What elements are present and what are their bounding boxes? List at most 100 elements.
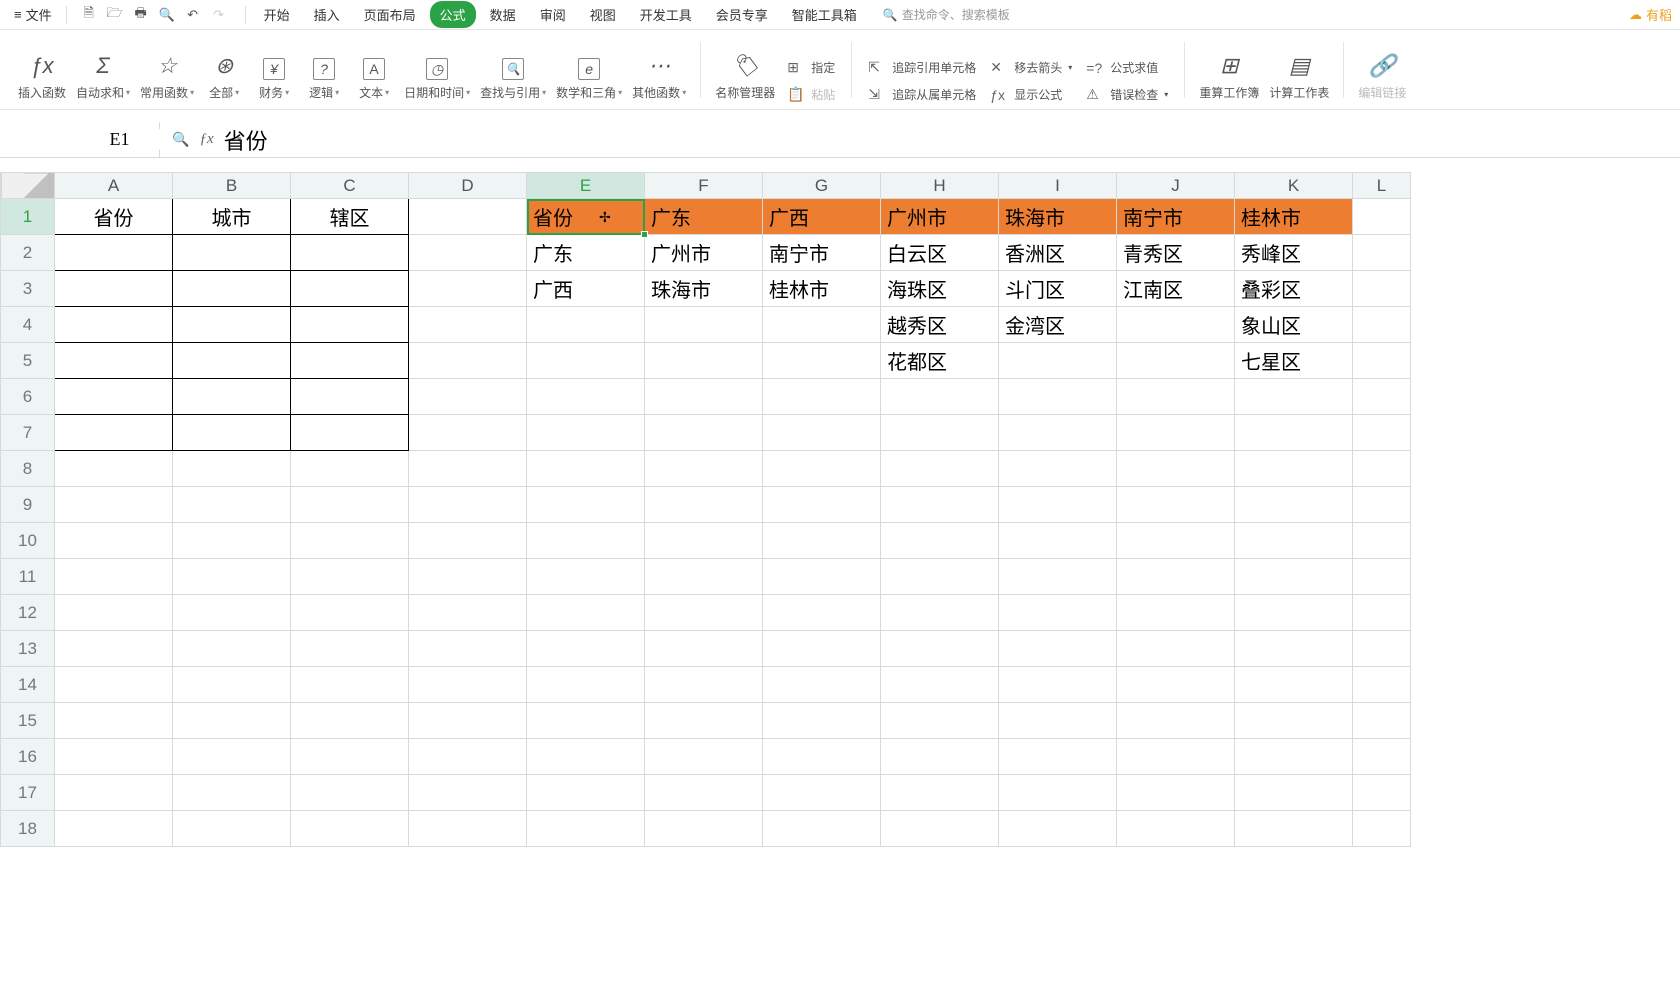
cell-I12[interactable]	[999, 595, 1117, 631]
cell-I9[interactable]	[999, 487, 1117, 523]
cell-A7[interactable]	[55, 415, 173, 451]
other-functions-button[interactable]: ⋯ 其他函数▾	[630, 48, 688, 105]
cell-L11[interactable]	[1353, 559, 1411, 595]
cell-I7[interactable]	[999, 415, 1117, 451]
col-header-J[interactable]: J	[1117, 173, 1235, 199]
cell-A12[interactable]	[55, 595, 173, 631]
cell-B3[interactable]	[173, 271, 291, 307]
cell-G17[interactable]	[763, 775, 881, 811]
cell-A14[interactable]	[55, 667, 173, 703]
cell-K13[interactable]	[1235, 631, 1353, 667]
cell-F3[interactable]: 珠海市	[645, 271, 763, 307]
fx-label[interactable]: ƒx	[199, 131, 213, 148]
preview-icon[interactable]: 🔍	[157, 5, 177, 25]
cell-F6[interactable]	[645, 379, 763, 415]
new-icon[interactable]: 🗎	[79, 5, 99, 25]
cell-G14[interactable]	[763, 667, 881, 703]
cell-K6[interactable]	[1235, 379, 1353, 415]
cell-I4[interactable]: 金湾区	[999, 307, 1117, 343]
cell-G1[interactable]: 广西	[763, 199, 881, 235]
cell-G3[interactable]: 桂林市	[763, 271, 881, 307]
cell-F5[interactable]	[645, 343, 763, 379]
cell-G8[interactable]	[763, 451, 881, 487]
cell-F1[interactable]: 广东	[645, 199, 763, 235]
trace-dependents-button[interactable]: ⇲追踪从属单元格	[864, 84, 980, 105]
cell-I2[interactable]: 香洲区	[999, 235, 1117, 271]
cell-K18[interactable]	[1235, 811, 1353, 847]
cell-D13[interactable]	[409, 631, 527, 667]
col-header-I[interactable]: I	[999, 173, 1117, 199]
cell-C2[interactable]	[291, 235, 409, 271]
cell-F11[interactable]	[645, 559, 763, 595]
cell-A2[interactable]	[55, 235, 173, 271]
cell-H9[interactable]	[881, 487, 999, 523]
cell-J9[interactable]	[1117, 487, 1235, 523]
cell-J12[interactable]	[1117, 595, 1235, 631]
cell-E3[interactable]: 广西	[527, 271, 645, 307]
cell-H2[interactable]: 白云区	[881, 235, 999, 271]
cell-K16[interactable]	[1235, 739, 1353, 775]
cell-E12[interactable]	[527, 595, 645, 631]
cell-L5[interactable]	[1353, 343, 1411, 379]
col-header-L[interactable]: L	[1353, 173, 1411, 199]
cell-B18[interactable]	[173, 811, 291, 847]
cell-B13[interactable]	[173, 631, 291, 667]
cell-B8[interactable]	[173, 451, 291, 487]
cell-C13[interactable]	[291, 631, 409, 667]
print-icon[interactable]: 🖶	[131, 5, 151, 25]
row-header-4[interactable]: 4	[1, 307, 55, 343]
row-header-1[interactable]: 1	[1, 199, 55, 235]
cell-D5[interactable]	[409, 343, 527, 379]
cell-I14[interactable]	[999, 667, 1117, 703]
row-header-6[interactable]: 6	[1, 379, 55, 415]
row-header-7[interactable]: 7	[1, 415, 55, 451]
cell-E14[interactable]	[527, 667, 645, 703]
cell-A11[interactable]	[55, 559, 173, 595]
cell-F15[interactable]	[645, 703, 763, 739]
cell-A17[interactable]	[55, 775, 173, 811]
cell-E5[interactable]	[527, 343, 645, 379]
cell-C11[interactable]	[291, 559, 409, 595]
row-header-14[interactable]: 14	[1, 667, 55, 703]
cell-K10[interactable]	[1235, 523, 1353, 559]
cell-I15[interactable]	[999, 703, 1117, 739]
cell-L1[interactable]	[1353, 199, 1411, 235]
cell-C5[interactable]	[291, 343, 409, 379]
cell-H10[interactable]	[881, 523, 999, 559]
datetime-button[interactable]: ◷ 日期和时间▾	[402, 54, 472, 105]
cell-I8[interactable]	[999, 451, 1117, 487]
command-search[interactable]: 🔍 查找命令、搜索模板	[883, 6, 1010, 23]
formula-value[interactable]: 省份	[224, 124, 268, 156]
select-all-corner[interactable]	[1, 173, 55, 199]
row-header-3[interactable]: 3	[1, 271, 55, 307]
insert-function-button[interactable]: ƒx 插入函数	[16, 48, 68, 105]
cell-A8[interactable]	[55, 451, 173, 487]
cell-A5[interactable]	[55, 343, 173, 379]
cell-L6[interactable]	[1353, 379, 1411, 415]
cell-D7[interactable]	[409, 415, 527, 451]
cell-C12[interactable]	[291, 595, 409, 631]
tab-开发工具[interactable]: 开发工具	[630, 1, 702, 28]
show-formula-button[interactable]: ƒx显示公式	[986, 84, 1076, 105]
cell-E10[interactable]	[527, 523, 645, 559]
cell-A15[interactable]	[55, 703, 173, 739]
row-header-5[interactable]: 5	[1, 343, 55, 379]
cell-H5[interactable]: 花都区	[881, 343, 999, 379]
cell-H13[interactable]	[881, 631, 999, 667]
tab-公式[interactable]: 公式	[430, 1, 476, 28]
cell-K8[interactable]	[1235, 451, 1353, 487]
cell-J10[interactable]	[1117, 523, 1235, 559]
trace-precedents-button[interactable]: ⇱追踪引用单元格	[864, 57, 980, 78]
cell-K5[interactable]: 七星区	[1235, 343, 1353, 379]
cell-H6[interactable]	[881, 379, 999, 415]
finance-button[interactable]: ¥ 财务▾	[252, 54, 296, 105]
cell-D1[interactable]	[409, 199, 527, 235]
name-manager-button[interactable]: 🏷 名称管理器	[713, 48, 777, 105]
cell-G4[interactable]	[763, 307, 881, 343]
cell-H16[interactable]	[881, 739, 999, 775]
col-header-G[interactable]: G	[763, 173, 881, 199]
cell-E2[interactable]: 广东	[527, 235, 645, 271]
cell-C18[interactable]	[291, 811, 409, 847]
cell-H14[interactable]	[881, 667, 999, 703]
cell-B5[interactable]	[173, 343, 291, 379]
